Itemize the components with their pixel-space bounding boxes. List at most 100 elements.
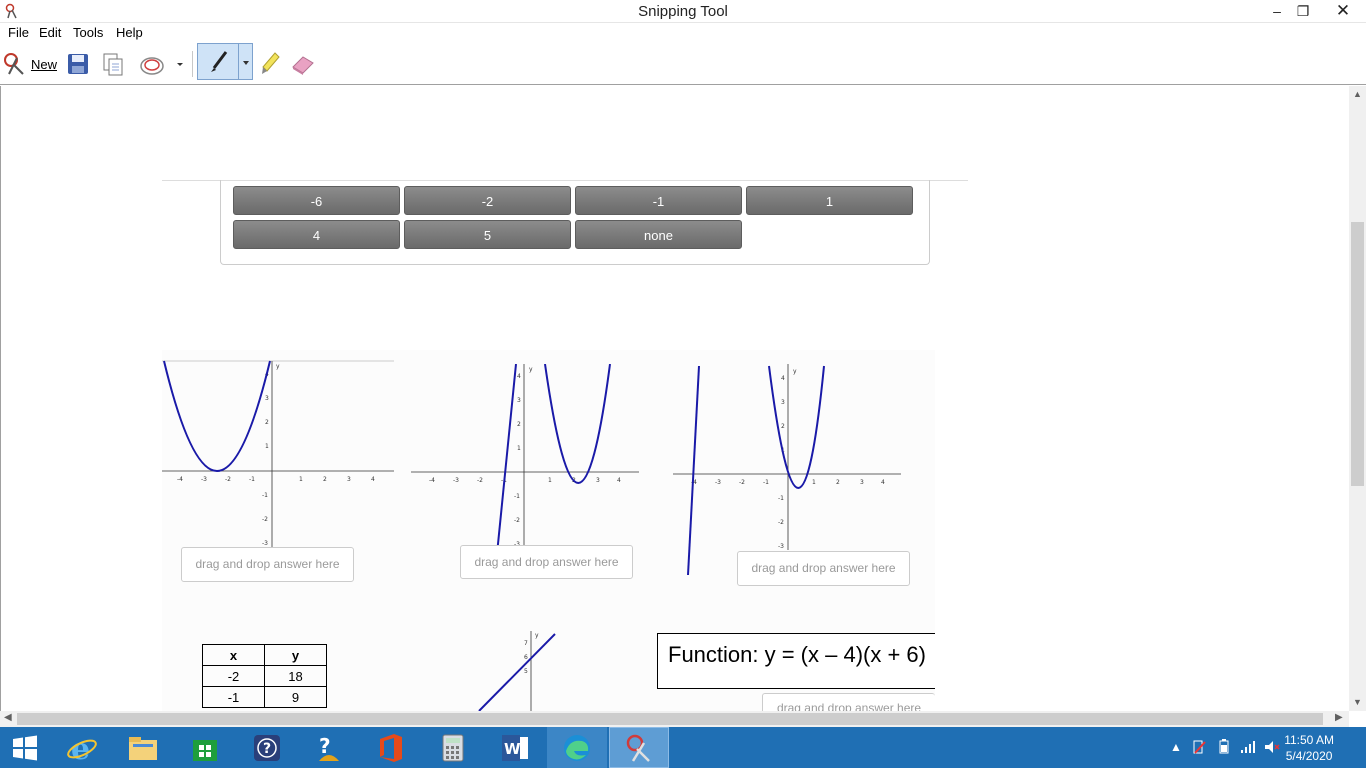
- table-cell: 18: [264, 665, 327, 687]
- snipping-tool-icon: [626, 734, 650, 762]
- svg-text:?: ?: [319, 734, 331, 758]
- copy-button[interactable]: [99, 48, 127, 80]
- highlighter-icon: [262, 52, 280, 74]
- menu-edit[interactable]: Edit: [39, 25, 61, 40]
- y-tick-label: 2: [781, 423, 785, 430]
- send-snip-button[interactable]: [136, 48, 168, 80]
- y-tick-label: 7: [524, 640, 528, 647]
- x-tick-label: -3: [453, 477, 459, 484]
- window-title: Snipping Tool: [638, 3, 728, 20]
- y-tick-label: -1: [778, 495, 784, 502]
- taskbar-get-help[interactable]: ?: [299, 727, 359, 768]
- parabola-curve: [768, 365, 825, 489]
- table-cell: -1: [202, 686, 265, 708]
- copy-icon: [103, 53, 123, 76]
- linear-function-line: [478, 633, 556, 711]
- answer-chip[interactable]: none: [575, 220, 742, 249]
- help-desk-icon: ?: [319, 734, 339, 761]
- parabola-curve: [163, 360, 271, 472]
- x-tick-label: -1: [249, 476, 255, 483]
- y-tick-label: 1: [265, 443, 269, 450]
- x-tick-label: -3: [201, 476, 207, 483]
- scroll-up-icon[interactable]: ▲: [1349, 89, 1366, 99]
- answer-chip[interactable]: 5: [404, 220, 571, 249]
- taskbar-file-explorer[interactable]: [113, 727, 173, 768]
- send-snip-dropdown[interactable]: [172, 48, 188, 80]
- y-tick-label: -2: [262, 516, 268, 523]
- x-tick-label: 3: [596, 477, 600, 484]
- function-box: Function: y = (x – 4)(x + 6): [657, 633, 935, 689]
- chevron-down-icon: [177, 63, 183, 66]
- scroll-right-icon[interactable]: ▶: [1335, 712, 1343, 723]
- taskbar-office[interactable]: [361, 727, 421, 768]
- y-tick-label: 4: [781, 375, 785, 382]
- menu-bar: File Edit Tools Help: [0, 23, 1366, 43]
- pen-tool-button[interactable]: [197, 43, 253, 80]
- x-tick-label: 3: [347, 476, 351, 483]
- taskbar-calculator[interactable]: [423, 727, 483, 768]
- taskbar-internet-explorer[interactable]: e: [52, 727, 112, 768]
- taskbar-word[interactable]: W: [485, 727, 545, 768]
- y-tick-label: -2: [514, 517, 520, 524]
- y-tick-label: 3: [517, 397, 521, 404]
- menu-help[interactable]: Help: [116, 25, 143, 40]
- svg-text:?: ?: [263, 741, 271, 757]
- answer-chip[interactable]: -1: [575, 186, 742, 215]
- y-tick-label: 3: [265, 395, 269, 402]
- pen-dropdown-icon[interactable]: [241, 58, 251, 68]
- volume-muted-icon[interactable]: [1264, 739, 1280, 755]
- y-tick-label: 5: [524, 668, 528, 675]
- answer-dropzone[interactable]: drag and drop answer here: [181, 547, 354, 582]
- answer-chip[interactable]: 1: [746, 186, 913, 215]
- taskbar-store[interactable]: [175, 727, 235, 768]
- action-center-icon[interactable]: [1192, 739, 1208, 755]
- battery-icon[interactable]: [1216, 739, 1232, 755]
- word-icon: W: [502, 734, 528, 761]
- eraser-button[interactable]: [288, 48, 318, 80]
- y-tick-label: -3: [778, 543, 784, 550]
- send-snip-icon: [140, 57, 164, 75]
- y-axis-label: y: [276, 363, 280, 370]
- y-tick-label: 2: [265, 419, 269, 426]
- maximize-button[interactable]: ❐: [1290, 0, 1316, 22]
- answer-dropzone[interactable]: drag and drop answer here: [737, 551, 910, 586]
- scroll-thumb[interactable]: [17, 713, 1323, 725]
- eraser-icon: [292, 56, 314, 75]
- scroll-thumb[interactable]: [1351, 222, 1364, 486]
- minimize-button[interactable]: –: [1264, 0, 1290, 22]
- edge-icon: [564, 734, 590, 761]
- title-bar: Snipping Tool – ❐ ✕: [0, 0, 1366, 23]
- highlighter-button[interactable]: [258, 48, 282, 80]
- y-tick-label: 1: [517, 445, 521, 452]
- taskbar-snipping-tool[interactable]: [609, 727, 669, 768]
- answer-dropzone[interactable]: drag and drop answer here: [762, 693, 935, 711]
- graph-1: -4 -3 -2 -1 1 2 3 4 4 3 2 1 -1 -2 -3 y: [162, 360, 394, 549]
- answer-dropzone[interactable]: drag and drop answer here: [460, 545, 633, 579]
- horizontal-scrollbar[interactable]: ◀ ▶: [0, 711, 1349, 727]
- answer-chip[interactable]: -6: [233, 186, 400, 215]
- scroll-left-icon[interactable]: ◀: [4, 712, 12, 723]
- menu-file[interactable]: File: [8, 25, 29, 40]
- answer-chip[interactable]: 4: [233, 220, 400, 249]
- y-axis-label: y: [793, 368, 797, 375]
- start-button[interactable]: [0, 727, 50, 768]
- taskbar-help[interactable]: ?: [237, 727, 297, 768]
- graph-3: -4 -3 -2 -1 1 2 3 4 4 3 2 1 -1 -2 -3 y: [673, 364, 901, 576]
- taskbar-edge[interactable]: [547, 727, 607, 768]
- close-button[interactable]: ✕: [1320, 0, 1366, 22]
- internet-explorer-icon: e: [67, 732, 97, 764]
- table-cell: 9: [264, 686, 327, 708]
- vertical-scrollbar[interactable]: ▲ ▼: [1349, 86, 1366, 711]
- x-tick-label: -1: [763, 479, 769, 486]
- taskbar-clock[interactable]: 11:50 AM 5/4/2020: [1284, 732, 1334, 764]
- y-tick-label: 4: [517, 373, 521, 380]
- show-hidden-icons[interactable]: ▲: [1170, 740, 1182, 754]
- scroll-down-icon[interactable]: ▼: [1349, 697, 1366, 707]
- snip-canvas: -6 -2 -1 1 4 5 none -4 -3 -2 -1 1 2 3 4 …: [0, 86, 1350, 711]
- answer-chip[interactable]: -2: [404, 186, 571, 215]
- network-icon[interactable]: [1240, 739, 1256, 755]
- save-button[interactable]: [64, 48, 92, 80]
- table-row: -1 9: [202, 686, 327, 708]
- new-snip-button[interactable]: New: [2, 48, 58, 80]
- menu-tools[interactable]: Tools: [73, 25, 103, 40]
